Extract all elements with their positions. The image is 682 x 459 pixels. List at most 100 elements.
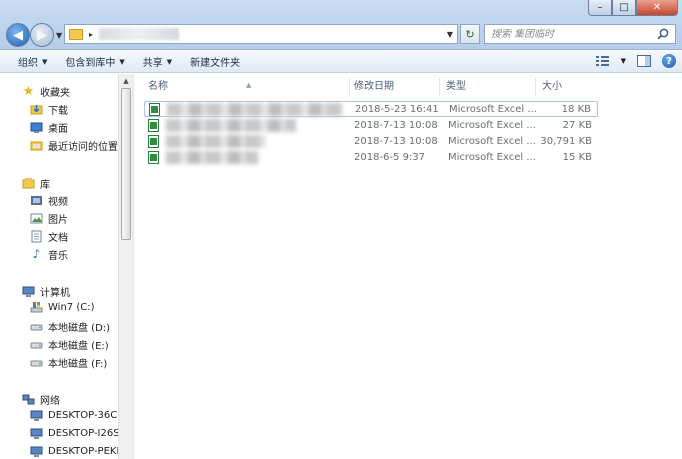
new-folder-button[interactable]: 新建文件夹 (190, 54, 240, 69)
column-modified[interactable]: 修改日期 (348, 78, 440, 96)
file-row[interactable]: 2018-5-23 16:41 Microsoft Excel ... 18 K… (144, 101, 598, 117)
chevron-right-icon[interactable]: ▸ (89, 30, 93, 39)
file-row[interactable]: 2018-6-5 9:37 Microsoft Excel ... 15 KB (144, 150, 598, 166)
file-date: 2018-6-5 9:37 (354, 152, 426, 163)
nav-documents[interactable]: 文档 (30, 229, 68, 244)
nav-drive-e[interactable]: 本地磁盘 (E:) (30, 337, 109, 352)
star-icon: ★ (22, 84, 35, 99)
column-modified-label: 修改日期 (354, 81, 394, 92)
nav-drive-d[interactable]: 本地磁盘 (D:) (30, 319, 110, 334)
scroll-up-icon[interactable]: ▲ (119, 74, 133, 88)
computer-icon (22, 286, 35, 297)
minimize-button[interactable]: – (588, 0, 612, 16)
share-button[interactable]: 共享 ▼ (142, 54, 173, 70)
file-name-blurred (166, 151, 258, 164)
scroll-thumb[interactable] (121, 88, 131, 240)
nav-drive-f[interactable]: 本地磁盘 (F:) (30, 355, 107, 370)
include-in-library-button[interactable]: 包含到库中 ▼ (65, 54, 125, 70)
nav-documents-label: 文档 (48, 233, 68, 244)
title-bar: – □ ✕ ◀ ▶ ▼ ▸ ▼ ↻ (0, 0, 682, 50)
share-label: 共享 (142, 58, 163, 69)
view-dropdown-icon[interactable]: ▼ (621, 57, 626, 65)
search-icon[interactable] (657, 28, 669, 40)
file-row[interactable]: 2018-7-13 10:08 Microsoft Excel ... 27 K… (144, 118, 598, 134)
help-icon[interactable]: ? (662, 54, 676, 68)
file-type: Microsoft Excel ... (448, 152, 536, 163)
nav-desktop[interactable]: 桌面 (30, 120, 68, 135)
nav-videos-label: 视频 (48, 197, 68, 208)
nav-network-host-2[interactable]: DESKTOP-I26SC (30, 427, 127, 440)
explorer-window: – □ ✕ ◀ ▶ ▼ ▸ ▼ ↻ 组织▼ 包含到库中▼ 共享▼ 新建文件夹 (0, 0, 682, 459)
address-bar[interactable]: ▸ ▼ (64, 24, 458, 44)
nav-network-label: 网络 (40, 396, 60, 407)
pane-divider[interactable] (132, 74, 134, 459)
nav-network[interactable]: 网络 (22, 392, 60, 407)
computer-icon (30, 446, 43, 457)
file-list: 名称 ▲ 修改日期 类型 大小 2018-5-23 16:41 Microsof… (136, 74, 682, 459)
folder-icon (69, 28, 83, 40)
refresh-button[interactable]: ↻ (460, 24, 480, 44)
back-button[interactable]: ◀ (6, 23, 30, 47)
command-bar: 组织 ▼ 包含到库中 ▼ 共享 ▼ 新建文件夹 ▼ ? (0, 51, 682, 73)
recent-pages-dropdown[interactable]: ▼ (56, 31, 62, 40)
nav-downloads[interactable]: 下载 (30, 102, 68, 117)
column-type-label: 类型 (446, 81, 466, 92)
nav-computer[interactable]: 计算机 (22, 284, 70, 299)
close-button[interactable]: ✕ (636, 0, 678, 16)
nav-downloads-label: 下载 (48, 106, 68, 117)
nav-favorites[interactable]: ★ 收藏夹 (22, 84, 70, 99)
file-size: 18 KB (561, 104, 591, 115)
file-row[interactable]: 2018-7-13 10:08 Microsoft Excel ... 30,7… (144, 134, 598, 150)
system-drive-icon (30, 302, 43, 313)
address-dropdown-icon[interactable]: ▼ (447, 30, 453, 39)
nav-network-host-1[interactable]: DESKTOP-36CRE (30, 409, 131, 422)
forward-button[interactable]: ▶ (30, 23, 54, 47)
nav-drive-c-label: Win7 (C:) (48, 302, 95, 313)
nav-recent[interactable]: 最近访问的位置 (30, 138, 118, 153)
nav-drive-c[interactable]: Win7 (C:) (30, 301, 94, 314)
nav-drive-d-label: 本地磁盘 (D:) (48, 323, 111, 334)
hard-drive-icon (30, 324, 43, 331)
video-icon (31, 196, 42, 205)
nav-music[interactable]: ♪ 音乐 (30, 247, 68, 263)
column-name[interactable]: 名称 ▲ (142, 78, 350, 96)
nav-drive-e-label: 本地磁盘 (E:) (48, 341, 109, 352)
excel-file-icon (148, 135, 159, 148)
include-label: 包含到库中 (65, 58, 116, 69)
organize-button[interactable]: 组织 ▼ (18, 54, 47, 70)
desktop-icon (30, 122, 43, 133)
file-name-blurred (166, 135, 266, 148)
refresh-icon: ↻ (465, 27, 475, 41)
arrow-right-icon: ▶ (37, 27, 47, 43)
sort-caret-icon: ▲ (246, 81, 252, 89)
library-icon (22, 178, 35, 189)
computer-icon (30, 428, 43, 439)
search-input[interactable] (491, 28, 651, 40)
recent-places-icon (30, 141, 43, 151)
column-type[interactable]: 类型 (440, 78, 536, 96)
nav-recent-label: 最近访问的位置 (48, 142, 118, 153)
excel-file-icon (148, 151, 159, 164)
organize-label: 组织 (18, 58, 38, 69)
column-size[interactable]: 大小 (536, 78, 598, 96)
computer-icon (30, 410, 43, 421)
view-list-icon[interactable] (595, 54, 611, 68)
file-type: Microsoft Excel ... (448, 136, 536, 147)
nav-network-host-3[interactable]: DESKTOP-PEKM (30, 445, 125, 458)
view-controls: ▼ ? (595, 54, 676, 68)
navigation-pane: ★ 收藏夹 下载 桌面 最近访问的位置 库 视频 图片 文档 ♪ 音乐 计算机 … (0, 74, 132, 459)
chevron-down-icon: ▼ (119, 57, 125, 66)
arrow-left-icon: ◀ (13, 27, 23, 43)
nav-scrollbar[interactable]: ▲ (118, 74, 132, 459)
file-name-blurred (167, 103, 343, 116)
nav-computer-label: 计算机 (40, 288, 70, 299)
nav-drive-f-label: 本地磁盘 (F:) (48, 359, 108, 370)
maximize-button[interactable]: □ (612, 0, 636, 16)
chevron-down-icon: ▼ (166, 57, 173, 66)
file-date: 2018-5-23 16:41 (355, 104, 439, 115)
search-box[interactable] (484, 24, 676, 44)
preview-pane-icon[interactable] (636, 54, 652, 68)
nav-libraries[interactable]: 库 (22, 176, 50, 191)
nav-videos[interactable]: 视频 (30, 193, 68, 208)
nav-pictures[interactable]: 图片 (30, 211, 68, 226)
